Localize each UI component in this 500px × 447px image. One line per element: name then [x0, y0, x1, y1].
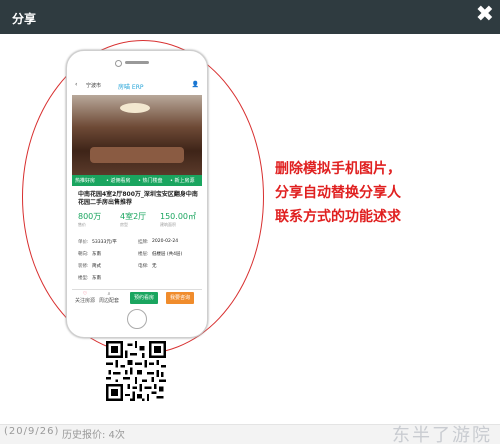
detail-key: 装修:	[78, 264, 89, 269]
detail-key: 楼层:	[138, 252, 149, 257]
nav-app-name: 房喵 ERP	[118, 84, 144, 91]
stat-layout-label: 房型	[120, 222, 128, 227]
tag-commission: • 返佣看房	[106, 178, 131, 184]
detail-row: 装修: 简式 电梯: 无	[78, 263, 198, 272]
sofa-shape	[90, 147, 184, 163]
detail-value: 简式	[92, 264, 101, 269]
chandelier-shape	[120, 103, 150, 113]
detail-key: 单价:	[78, 240, 89, 245]
detail-value: 东南	[92, 276, 101, 281]
listing-stats: 800万 售价 4室2厅 房型 150.00㎡ 建筑面积	[72, 211, 202, 231]
footer-bar: (20/9/26) 历史报价: 4次 东半了游院	[0, 424, 500, 446]
annotation-line: 删除模拟手机图片，	[275, 161, 401, 177]
watermark: 东半了游院	[392, 425, 492, 446]
footer-date: (20/9/26)	[4, 426, 60, 437]
footer-history: 历史报价: 4次	[62, 430, 125, 441]
qr-code-graphic	[106, 341, 166, 401]
detail-row: 楼型: 东南	[78, 275, 198, 284]
detail-row: 单价: 53333元/平 挂牌: 2020-02-24	[78, 239, 198, 248]
close-icon[interactable]: ✖	[476, 4, 494, 26]
phone-action-bar: ♡ 关注房源 ⌕ 周边配套 预约看房 我要咨询	[72, 289, 202, 305]
phone-mockup: ‹ 宁波市 房喵 ERP 👤 热推好房 • 返佣看房 • 热门楼盘 • 新上房源…	[66, 50, 208, 338]
phone-navbar: ‹ 宁波市 房喵 ERP 👤	[72, 81, 202, 93]
call-button[interactable]: 我要咨询	[166, 292, 194, 304]
home-button	[127, 309, 147, 329]
detail-key: 朝向:	[78, 252, 89, 257]
detail-value: 低楼层 (共4层)	[152, 252, 183, 257]
listing-title: 中南花园4室2厅800万_深圳宝安区翻身中南花园二手房出售推荐	[78, 191, 198, 206]
detail-value: 2020-02-24	[152, 239, 179, 244]
detail-value: 无	[152, 264, 157, 269]
annotation-note: 删除模拟手机图片， 分享自动替换分享人 联系方式的功能述求	[275, 157, 401, 229]
qr-code	[106, 340, 166, 402]
detail-value: 53333元/平	[92, 240, 117, 245]
tag-new: • 新上房源	[170, 178, 195, 184]
nearby-button[interactable]: ⌕ 周边配套	[98, 291, 120, 304]
stat-area-label: 建筑面积	[160, 222, 176, 227]
stat-price-value: 800万	[78, 212, 102, 221]
detail-key: 电梯:	[138, 264, 149, 269]
stat-layout-value: 4室2厅	[120, 212, 147, 221]
detail-row: 朝向: 东南 楼层: 低楼层 (共4层)	[78, 251, 198, 260]
phone-screen: ‹ 宁波市 房喵 ERP 👤 热推好房 • 返佣看房 • 热门楼盘 • 新上房源…	[72, 75, 202, 305]
dialog-title: 分享	[12, 12, 37, 26]
share-dialog: 分享 ✖ ‹ 宁波市 房喵 ERP 👤 热推好房 • 返佣看房 • 热门楼盘 •…	[0, 0, 500, 446]
follow-button[interactable]: ♡ 关注房源	[74, 291, 96, 304]
listing-photo	[72, 95, 202, 175]
camera-icon	[115, 60, 122, 67]
user-icon[interactable]: 👤	[192, 81, 199, 88]
back-icon[interactable]: ‹	[75, 81, 77, 88]
follow-label: 关注房源	[74, 298, 95, 304]
annotation-line: 分享自动替换分享人	[275, 185, 401, 201]
tag-hot: 热推好房	[75, 178, 96, 184]
dialog-titlebar: 分享 ✖	[0, 0, 500, 34]
detail-value: 东南	[92, 252, 101, 257]
detail-key: 挂牌:	[138, 240, 149, 245]
detail-key: 楼型:	[78, 276, 89, 281]
tag-bar: 热推好房 • 返佣看房 • 热门楼盘 • 新上房源	[72, 175, 202, 186]
tag-popular: • 热门楼盘	[138, 178, 163, 184]
stat-price-label: 售价	[78, 222, 86, 227]
annotation-line: 联系方式的功能述求	[275, 209, 401, 225]
reserve-button[interactable]: 预约看房	[130, 292, 158, 304]
nearby-label: 周边配套	[98, 298, 119, 304]
nav-city: 宁波市	[86, 83, 102, 89]
stat-area-value: 150.00㎡	[160, 212, 196, 221]
speaker-icon	[125, 61, 149, 64]
